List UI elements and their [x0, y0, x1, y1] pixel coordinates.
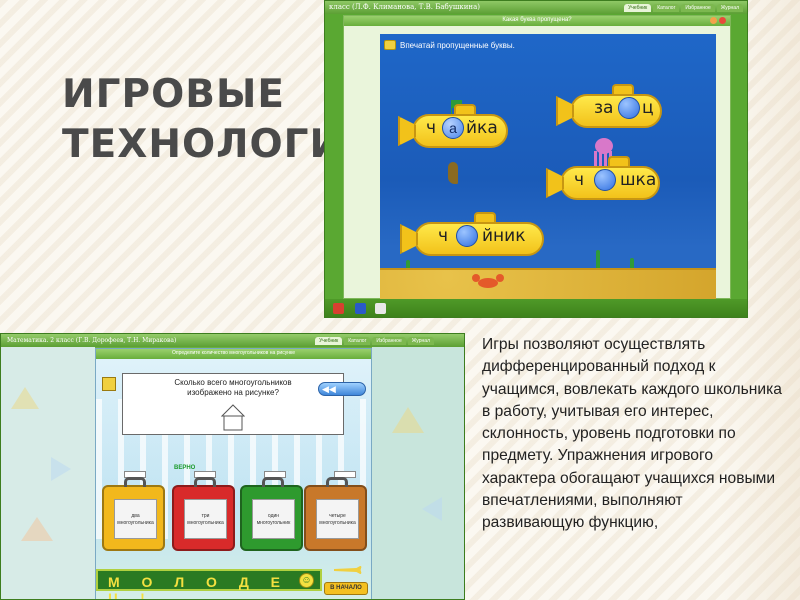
answer-suitcase-1[interactable]: два многоугольника: [102, 477, 165, 551]
quiz-window: Определите количество многоугольников на…: [95, 348, 372, 599]
tab-catalog[interactable]: Каталог: [344, 337, 371, 345]
task-icon: [102, 377, 116, 391]
audio-play-button[interactable]: ◀◀: [318, 382, 366, 396]
letter-input[interactable]: [594, 169, 616, 191]
app-top-bar: Математика. 2 класс (Г.В. Дорофеев, Т.Н.…: [1, 334, 464, 347]
house-shape-icon: [220, 404, 246, 434]
document-icon[interactable]: [375, 303, 386, 314]
taskbar: [325, 299, 747, 317]
play-icon: ◀◀: [322, 384, 336, 394]
app-icon[interactable]: [333, 303, 344, 314]
tab-journal[interactable]: Журнал: [407, 337, 434, 345]
word-part-left: ч: [574, 170, 585, 190]
sandy-seabed: [380, 268, 716, 300]
word-part-left: ч: [438, 226, 449, 246]
submarine-2: за ц: [556, 84, 666, 130]
game-window-titlebar: Какая буква пропущена?: [344, 16, 730, 26]
quiz-scene: Сколько всего многоугольников изображено…: [96, 359, 371, 599]
submarine-1: ч а йка: [398, 104, 508, 150]
tab-journal[interactable]: Журнал: [716, 4, 743, 12]
task-instruction: Впечатай пропущенные буквы.: [400, 41, 515, 50]
answer-suitcase-2[interactable]: три многоугольника: [172, 477, 235, 551]
tab-textbook[interactable]: Учебник: [315, 337, 343, 345]
app-top-bar: класс (Л.Ф. Климанова, Т.В. Бабушкина) У…: [325, 1, 747, 14]
screenshot-letter-game: класс (Л.Ф. Климанова, Т.В. Бабушкина) У…: [324, 0, 748, 318]
word-part-left: ч: [426, 118, 437, 138]
side-panel-right: [372, 347, 464, 599]
help-button[interactable]: [710, 17, 717, 24]
submarine-tail: [398, 116, 416, 146]
feedback-correct: ВЕРНО: [174, 465, 196, 471]
airplane-icon: [334, 565, 362, 575]
submarine-4: ч йник: [400, 212, 550, 258]
answer-suitcase-4[interactable]: четыре многоугольника: [304, 477, 367, 551]
app-tabs: Учебник Каталог Избранное Журнал: [624, 4, 743, 12]
letter-input[interactable]: [456, 225, 478, 247]
smiley-icon: ☺: [299, 573, 314, 588]
answer-suitcase-3[interactable]: один многоугольник: [240, 477, 303, 551]
quiz-window-titlebar: Определите количество многоугольников на…: [96, 349, 371, 359]
word-part-right: ц: [642, 98, 654, 118]
answer-label: три многоугольника: [184, 499, 227, 539]
notebook-icon: [384, 40, 396, 50]
word-part-right: шка: [620, 170, 657, 190]
letter-input[interactable]: [618, 97, 640, 119]
praise-banner: М О Л О Д Е Ц ! ☺: [96, 569, 322, 599]
book-title: Математика. 2 класс (Г.В. Дорофеев, Т.Н.…: [7, 337, 177, 344]
question-text: Сколько всего многоугольников изображено…: [174, 378, 292, 397]
underwater-scene: Впечатай пропущенные буквы. ч а йка за ц: [380, 34, 716, 300]
book-title: класс (Л.Ф. Климанова, Т.В. Бабушкина): [329, 3, 480, 11]
screenshot-math-game: Математика. 2 класс (Г.В. Дорофеев, Т.Н.…: [0, 333, 465, 600]
tab-catalog[interactable]: Каталог: [653, 4, 680, 12]
submarine-3: ч шка: [546, 156, 666, 202]
word-part-left: за: [594, 98, 614, 118]
submarine-tail: [546, 168, 564, 198]
answer-label: один многоугольник: [252, 499, 295, 539]
tab-favorites[interactable]: Избранное: [681, 4, 715, 12]
letter-input[interactable]: а: [442, 117, 464, 139]
seahorse-icon: [448, 162, 458, 184]
answer-label: четыре многоугольника: [316, 499, 359, 539]
word-part-right: йка: [466, 118, 498, 138]
word-icon[interactable]: [355, 303, 366, 314]
question-box: Сколько всего многоугольников изображено…: [122, 373, 344, 435]
submarine-tail: [400, 224, 418, 254]
crab-icon: [472, 274, 504, 290]
tab-favorites[interactable]: Избранное: [372, 337, 406, 345]
app-tabs: Учебник Каталог Избранное Журнал: [315, 337, 434, 345]
window-controls: [710, 17, 726, 24]
word-part-right: йник: [482, 226, 526, 246]
tab-textbook[interactable]: Учебник: [624, 4, 652, 12]
submarine-tail: [556, 96, 574, 126]
game-window: Какая буква пропущена? Впечатай пропущен…: [343, 15, 731, 300]
restart-button[interactable]: В НАЧАЛО: [324, 582, 368, 595]
quiz-window-title: Определите количество многоугольников на…: [171, 350, 295, 356]
answer-label: два многоугольника: [114, 499, 157, 539]
side-panel-left: [1, 347, 95, 599]
slide-body-text: Игры позволяют осуществлять дифференциро…: [482, 336, 782, 532]
game-window-title: Какая буква пропущена?: [502, 17, 572, 23]
praise-text: М О Л О Д Е Ц !: [108, 574, 290, 600]
close-button[interactable]: [719, 17, 726, 24]
